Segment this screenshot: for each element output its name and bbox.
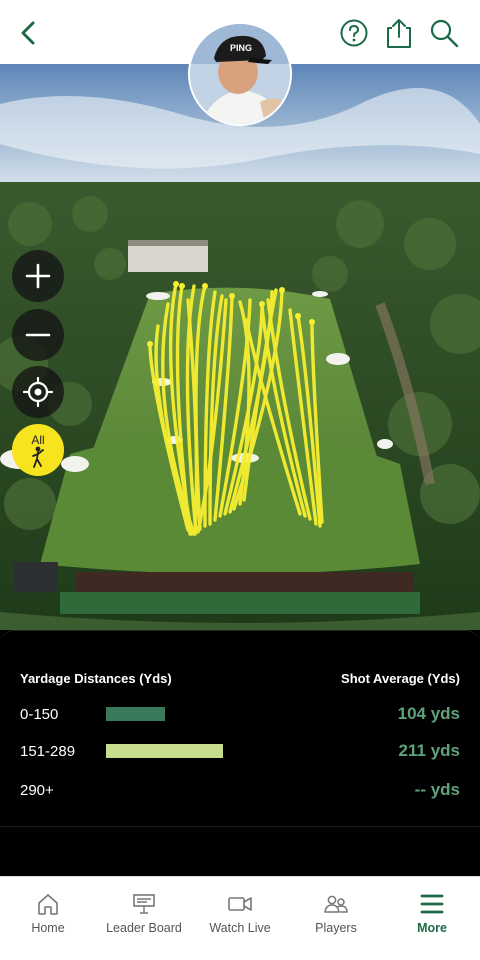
nav-players[interactable]: Players xyxy=(288,877,384,960)
back-button[interactable] xyxy=(14,18,44,48)
question-circle-icon xyxy=(340,19,368,47)
divider xyxy=(0,826,480,827)
share-icon xyxy=(387,19,411,48)
nav-home-label: Home xyxy=(31,921,65,935)
chevron-left-icon xyxy=(21,21,35,45)
player-photo: PING xyxy=(190,24,290,124)
yardage-row: 151-289 211 yds xyxy=(20,740,460,762)
yardage-row: 290+ -- yds xyxy=(20,779,460,801)
shot-average-heading: Shot Average (Yds) xyxy=(341,671,460,686)
yardage-range: 151-289 xyxy=(20,742,76,760)
golfer-icon xyxy=(32,446,44,468)
bottom-nav: Home Leader Board Watch Live Players Mor… xyxy=(0,876,480,960)
course-scene xyxy=(0,64,480,630)
stats-header: Yardage Distances (Yds) Shot Average (Yd… xyxy=(20,671,460,686)
home-icon xyxy=(38,894,58,915)
plus-icon xyxy=(25,263,51,289)
nav-watch-live-label: Watch Live xyxy=(209,921,271,935)
nav-leader-board-label: Leader Board xyxy=(106,921,182,935)
help-button[interactable] xyxy=(339,18,369,48)
locate-button[interactable] xyxy=(12,366,64,418)
search-icon xyxy=(430,19,459,48)
nav-leader-board[interactable]: Leader Board xyxy=(96,877,192,960)
search-button[interactable] xyxy=(429,18,459,48)
yardage-bar xyxy=(106,707,165,721)
yardage-bar xyxy=(106,744,223,758)
players-icon xyxy=(324,895,348,913)
share-button[interactable] xyxy=(384,18,414,48)
nav-more-label: More xyxy=(417,921,447,935)
nav-more[interactable]: More xyxy=(384,877,480,960)
cap-logo-text: PING xyxy=(230,43,252,53)
menu-icon xyxy=(420,894,444,914)
yardage-average: 211 yds xyxy=(398,741,460,760)
crosshair-icon xyxy=(23,377,53,407)
yardage-distances-heading: Yardage Distances (Yds) xyxy=(20,671,172,686)
yardage-row: 0-150 104 yds xyxy=(20,703,460,725)
nav-watch-live[interactable]: Watch Live xyxy=(192,877,288,960)
player-avatar[interactable]: PING xyxy=(188,22,292,126)
hole-flyover-view[interactable] xyxy=(0,64,480,630)
shot-filter-label: All xyxy=(31,433,45,447)
shot-filter-button[interactable]: All xyxy=(12,424,64,476)
zoom-in-button[interactable] xyxy=(12,250,64,302)
nav-players-label: Players xyxy=(315,921,357,935)
zoom-out-button[interactable] xyxy=(12,309,64,361)
yardage-average: 104 yds xyxy=(397,704,460,723)
yardage-range: 0-150 xyxy=(20,705,59,723)
nav-home[interactable]: Home xyxy=(0,877,96,960)
video-camera-icon xyxy=(228,897,252,911)
yardage-stats-panel: Yardage Distances (Yds) Shot Average (Yd… xyxy=(0,630,480,816)
yardage-range: 290+ xyxy=(20,781,54,799)
panel-spacer xyxy=(0,816,480,876)
minus-icon xyxy=(25,333,51,337)
yardage-average: -- yds xyxy=(414,780,460,799)
leaderboard-icon xyxy=(133,894,155,914)
